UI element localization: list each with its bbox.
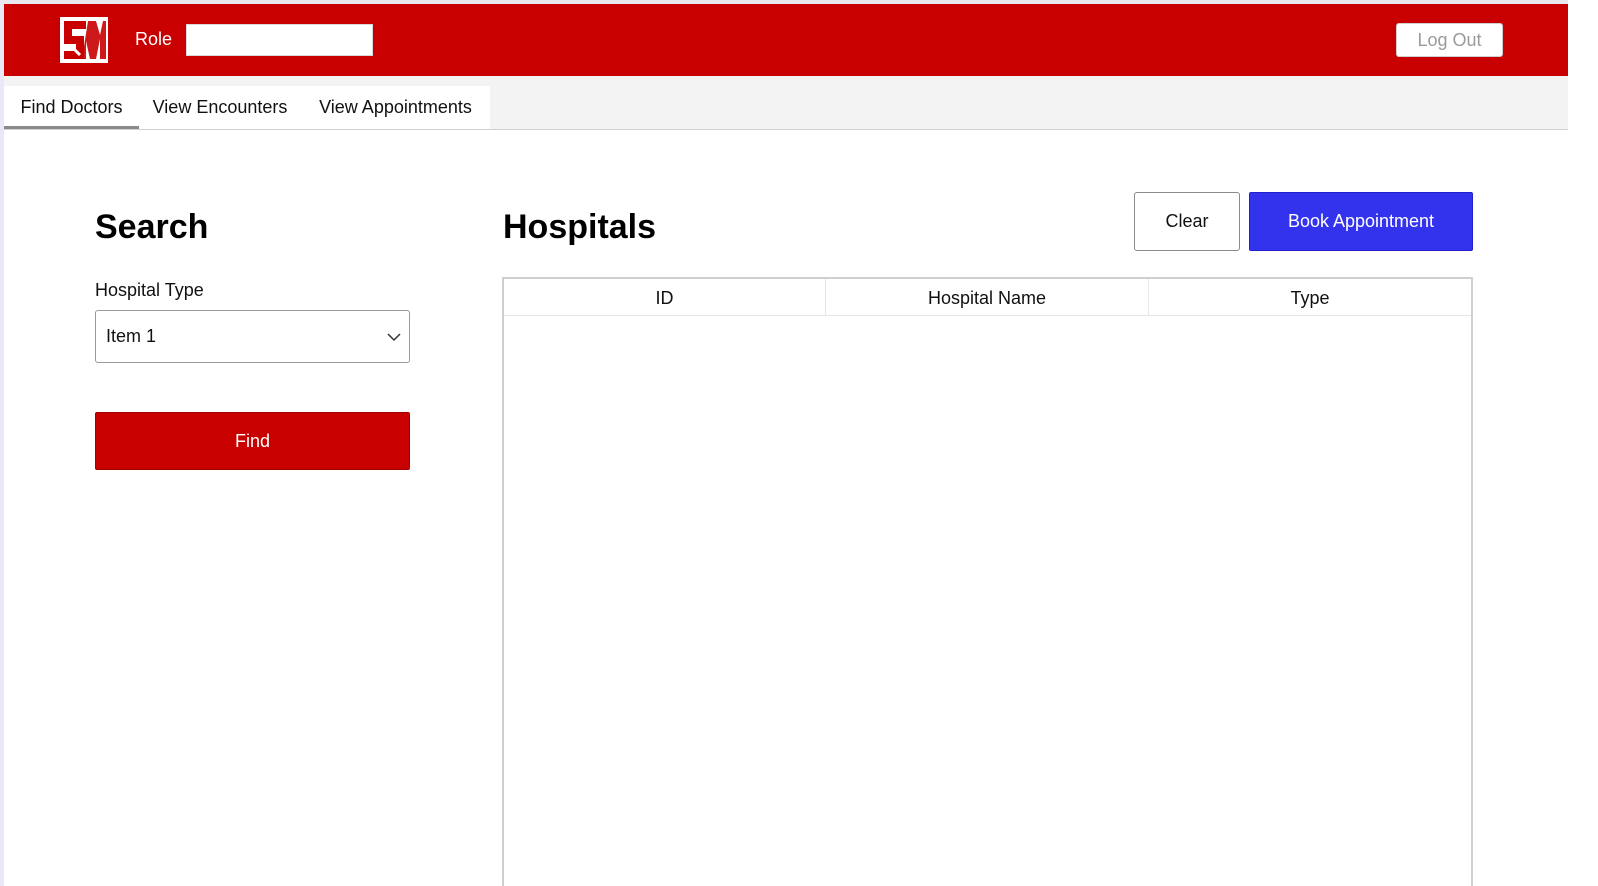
role-label: Role bbox=[135, 29, 173, 49]
search-title: Search bbox=[95, 208, 209, 246]
window-right-margin bbox=[1568, 0, 1598, 886]
table-header: ID Hospital Name Type bbox=[504, 279, 1471, 316]
hospital-type-select[interactable]: Item 1 bbox=[95, 310, 410, 363]
column-header-type[interactable]: Type bbox=[1149, 279, 1471, 315]
role-input[interactable] bbox=[186, 24, 373, 56]
column-header-id[interactable]: ID bbox=[504, 279, 826, 315]
app-window: Role Log Out Find Doctors View Encounter… bbox=[4, 4, 1568, 886]
clear-button[interactable]: Clear bbox=[1134, 192, 1240, 251]
hospital-type-label: Hospital Type bbox=[95, 280, 204, 300]
tab-view-encounters[interactable]: View Encounters bbox=[139, 86, 301, 129]
hospital-type-value: Item 1 bbox=[106, 326, 157, 346]
tab-view-appointments[interactable]: View Appointments bbox=[301, 86, 490, 129]
tab-bar: Find Doctors View Encounters View Appoin… bbox=[4, 76, 1568, 130]
app-header: Role Log Out bbox=[4, 4, 1568, 76]
chevron-down-icon bbox=[387, 333, 401, 342]
hospitals-table[interactable]: ID Hospital Name Type bbox=[502, 277, 1473, 886]
book-appointment-button[interactable]: Book Appointment bbox=[1249, 192, 1473, 251]
hospitals-title: Hospitals bbox=[503, 208, 657, 246]
tab-find-doctors[interactable]: Find Doctors bbox=[4, 86, 139, 129]
column-header-hospital-name[interactable]: Hospital Name bbox=[826, 279, 1149, 315]
find-button[interactable]: Find bbox=[95, 412, 410, 470]
logout-button[interactable]: Log Out bbox=[1396, 23, 1503, 57]
sm-logo-icon bbox=[60, 17, 108, 63]
